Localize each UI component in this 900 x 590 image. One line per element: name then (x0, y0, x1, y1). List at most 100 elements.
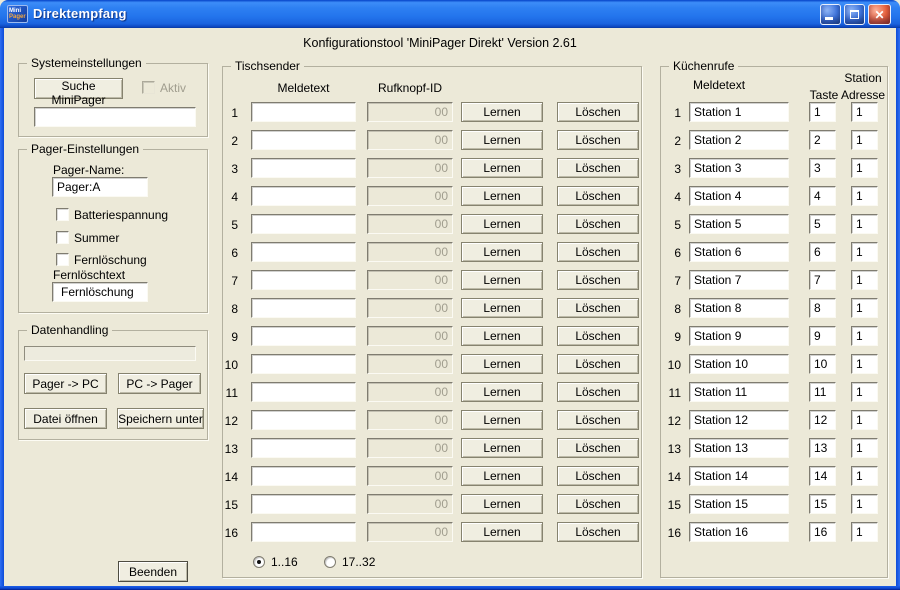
meldetext-input[interactable] (251, 270, 356, 290)
adresse-input[interactable] (851, 438, 878, 458)
lernen-button[interactable]: Lernen (461, 214, 543, 234)
station-meldetext-input[interactable] (689, 186, 789, 206)
adresse-input[interactable] (851, 130, 878, 150)
meldetext-input[interactable] (251, 130, 356, 150)
station-meldetext-input[interactable] (689, 214, 789, 234)
fernloeschtext-input[interactable] (52, 282, 148, 302)
loeschen-button[interactable]: Löschen (557, 102, 639, 122)
batteriespannung-checkbox[interactable] (56, 208, 69, 221)
loeschen-button[interactable]: Löschen (557, 158, 639, 178)
meldetext-input[interactable] (251, 326, 356, 346)
loeschen-button[interactable]: Löschen (557, 130, 639, 150)
station-meldetext-input[interactable] (689, 158, 789, 178)
meldetext-input[interactable] (251, 466, 356, 486)
taste-input[interactable] (809, 242, 836, 262)
loeschen-button[interactable]: Löschen (557, 214, 639, 234)
adresse-input[interactable] (851, 410, 878, 430)
lernen-button[interactable]: Lernen (461, 354, 543, 374)
loeschen-button[interactable]: Löschen (557, 466, 639, 486)
taste-input[interactable] (809, 382, 836, 402)
station-meldetext-input[interactable] (689, 242, 789, 262)
meldetext-input[interactable] (251, 354, 356, 374)
minimize-button[interactable] (820, 4, 841, 25)
minipager-search-result-input[interactable] (34, 107, 196, 127)
adresse-input[interactable] (851, 522, 878, 542)
meldetext-input[interactable] (251, 522, 356, 542)
lernen-button[interactable]: Lernen (461, 410, 543, 430)
station-meldetext-input[interactable] (689, 326, 789, 346)
loeschen-button[interactable]: Löschen (557, 354, 639, 374)
adresse-input[interactable] (851, 214, 878, 234)
pager-to-pc-button[interactable]: Pager -> PC (24, 373, 107, 394)
beenden-button[interactable]: Beenden (118, 561, 188, 582)
lernen-button[interactable]: Lernen (461, 158, 543, 178)
close-button[interactable]: ✕ (868, 4, 891, 25)
meldetext-input[interactable] (251, 242, 356, 262)
adresse-input[interactable] (851, 102, 878, 122)
taste-input[interactable] (809, 158, 836, 178)
loeschen-button[interactable]: Löschen (557, 186, 639, 206)
adresse-input[interactable] (851, 354, 878, 374)
loeschen-button[interactable]: Löschen (557, 298, 639, 318)
suche-minipager-button[interactable]: Suche MiniPager (34, 78, 123, 99)
taste-input[interactable] (809, 354, 836, 374)
datei-oeffnen-button[interactable]: Datei öffnen (24, 408, 107, 429)
lernen-button[interactable]: Lernen (461, 298, 543, 318)
loeschen-button[interactable]: Löschen (557, 270, 639, 290)
adresse-input[interactable] (851, 242, 878, 262)
adresse-input[interactable] (851, 158, 878, 178)
fernloeschung-checkbox[interactable] (56, 253, 69, 266)
radio-range-1-16[interactable] (253, 556, 265, 568)
lernen-button[interactable]: Lernen (461, 186, 543, 206)
taste-input[interactable] (809, 298, 836, 318)
taste-input[interactable] (809, 130, 836, 150)
lernen-button[interactable]: Lernen (461, 494, 543, 514)
maximize-button[interactable] (844, 4, 865, 25)
loeschen-button[interactable]: Löschen (557, 326, 639, 346)
station-meldetext-input[interactable] (689, 102, 789, 122)
lernen-button[interactable]: Lernen (461, 270, 543, 290)
adresse-input[interactable] (851, 270, 878, 290)
loeschen-button[interactable]: Löschen (557, 242, 639, 262)
lernen-button[interactable]: Lernen (461, 326, 543, 346)
pager-name-input[interactable] (52, 177, 148, 197)
adresse-input[interactable] (851, 494, 878, 514)
station-meldetext-input[interactable] (689, 382, 789, 402)
meldetext-input[interactable] (251, 214, 356, 234)
taste-input[interactable] (809, 466, 836, 486)
adresse-input[interactable] (851, 186, 878, 206)
lernen-button[interactable]: Lernen (461, 242, 543, 262)
summer-checkbox[interactable] (56, 231, 69, 244)
taste-input[interactable] (809, 494, 836, 514)
lernen-button[interactable]: Lernen (461, 130, 543, 150)
loeschen-button[interactable]: Löschen (557, 494, 639, 514)
taste-input[interactable] (809, 410, 836, 430)
taste-input[interactable] (809, 214, 836, 234)
station-meldetext-input[interactable] (689, 410, 789, 430)
lernen-button[interactable]: Lernen (461, 102, 543, 122)
meldetext-input[interactable] (251, 158, 356, 178)
meldetext-input[interactable] (251, 494, 356, 514)
adresse-input[interactable] (851, 466, 878, 486)
station-meldetext-input[interactable] (689, 298, 789, 318)
meldetext-input[interactable] (251, 186, 356, 206)
loeschen-button[interactable]: Löschen (557, 438, 639, 458)
station-meldetext-input[interactable] (689, 466, 789, 486)
meldetext-input[interactable] (251, 298, 356, 318)
loeschen-button[interactable]: Löschen (557, 522, 639, 542)
loeschen-button[interactable]: Löschen (557, 410, 639, 430)
adresse-input[interactable] (851, 382, 878, 402)
taste-input[interactable] (809, 186, 836, 206)
lernen-button[interactable]: Lernen (461, 438, 543, 458)
station-meldetext-input[interactable] (689, 438, 789, 458)
taste-input[interactable] (809, 522, 836, 542)
station-meldetext-input[interactable] (689, 130, 789, 150)
pc-to-pager-button[interactable]: PC -> Pager (118, 373, 201, 394)
taste-input[interactable] (809, 270, 836, 290)
lernen-button[interactable]: Lernen (461, 382, 543, 402)
taste-input[interactable] (809, 326, 836, 346)
meldetext-input[interactable] (251, 382, 356, 402)
radio-range-17-32[interactable] (324, 556, 336, 568)
station-meldetext-input[interactable] (689, 354, 789, 374)
speichern-unter-button[interactable]: Speichern unter (117, 408, 204, 429)
